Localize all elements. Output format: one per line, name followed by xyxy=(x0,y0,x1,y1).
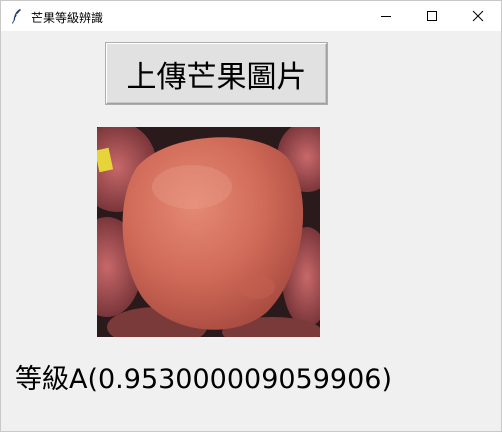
minimize-icon xyxy=(381,16,391,17)
title-bar[interactable]: 芒果等級辨識 xyxy=(1,1,501,31)
maximize-icon xyxy=(427,11,437,21)
mango-photo xyxy=(97,127,320,337)
close-button[interactable] xyxy=(455,1,501,31)
upload-mango-image-button[interactable]: 上傳芒果圖片 xyxy=(106,43,327,104)
minimize-button[interactable] xyxy=(363,1,409,31)
grade-result-label: 等級A(0.953000009059906) xyxy=(15,364,392,395)
close-icon xyxy=(472,10,484,22)
feather-icon xyxy=(12,9,21,24)
mango-image xyxy=(97,127,320,337)
maximize-button[interactable] xyxy=(409,1,455,31)
app-window: 芒果等級辨識 上傳芒果圖片 等級A(0.953000009059906) xyxy=(0,0,502,432)
window-title: 芒果等級辨識 xyxy=(31,11,104,25)
